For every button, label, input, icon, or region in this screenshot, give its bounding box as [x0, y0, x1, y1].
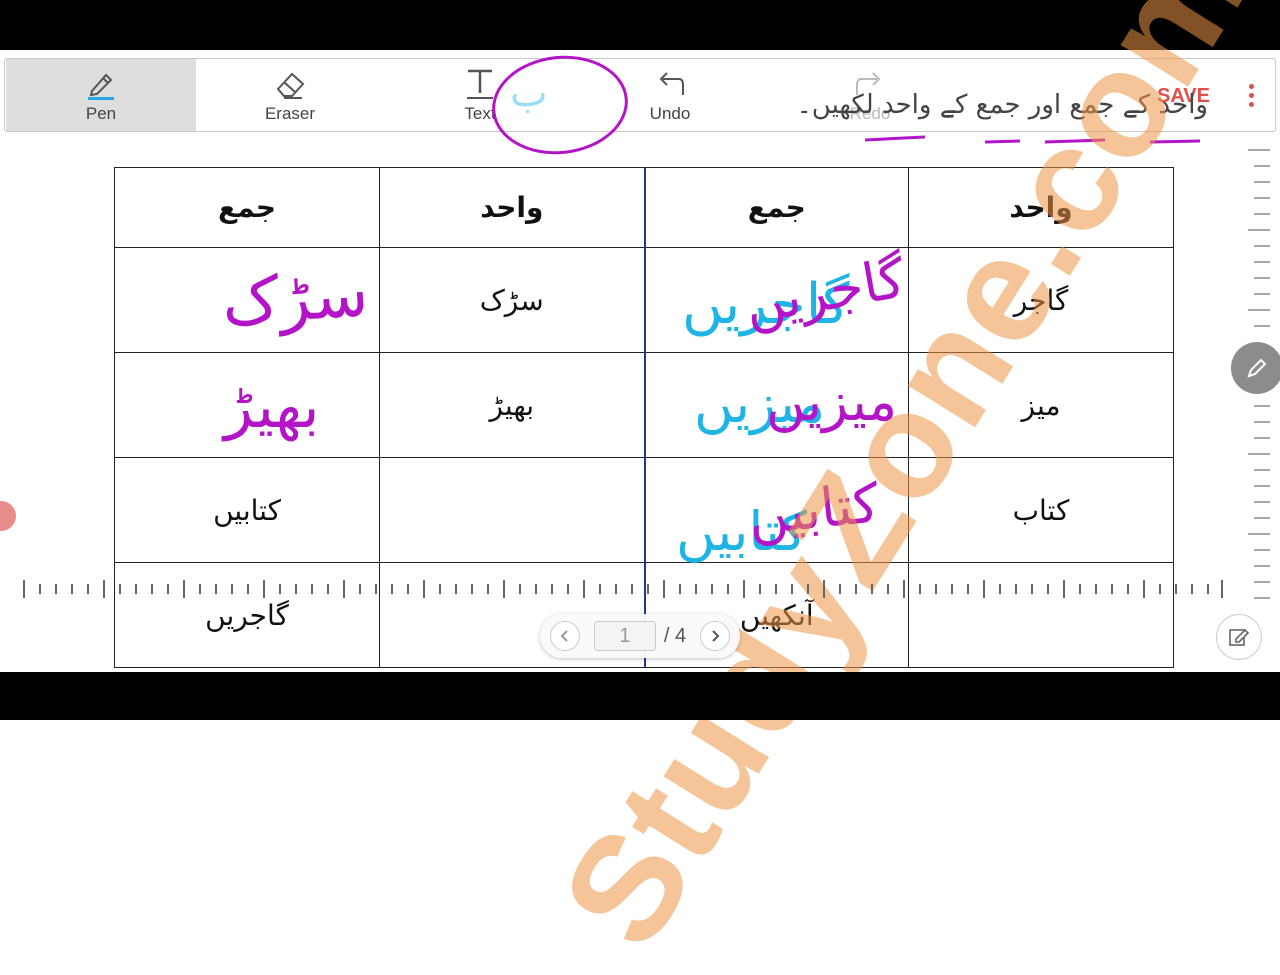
floating-pen-button[interactable]: [1231, 342, 1280, 394]
edit-icon: [1229, 628, 1250, 646]
current-page-input[interactable]: 1: [593, 621, 656, 651]
handwritten-answer: میزیں: [766, 370, 898, 433]
page-navigator: 1 / 4: [540, 614, 740, 658]
section-label: ب: [510, 70, 548, 116]
table-cell: [379, 457, 645, 563]
eraser-icon: [276, 72, 305, 99]
pen-icon: [88, 73, 114, 100]
left-edge-handle[interactable]: [0, 501, 16, 531]
bottom-black-bar: [0, 672, 1280, 720]
prev-page-button[interactable]: [549, 621, 580, 651]
text-tool-label: Text: [464, 104, 496, 123]
header-plural: جمع: [114, 167, 380, 248]
text-icon: [467, 69, 493, 99]
chevron-left-icon: [560, 630, 568, 642]
pen-tool-label: Pen: [85, 104, 117, 123]
table-cell: بھیڑ: [379, 352, 645, 458]
top-black-bar: [0, 0, 1280, 50]
next-page-button[interactable]: [700, 621, 731, 651]
table-header-row: جمع واحد جمع واحد: [114, 167, 1174, 248]
header-plural: جمع: [643, 167, 909, 248]
page-total: / 4: [663, 624, 687, 647]
pencil-icon: [1247, 358, 1267, 378]
table-cell: کتابیں: [114, 457, 380, 563]
eraser-tool-button[interactable]: Eraser: [195, 59, 385, 131]
instruction-underlines: [864, 135, 1201, 144]
edit-button[interactable]: [1216, 614, 1262, 660]
more-vert-icon[interactable]: [1241, 81, 1261, 113]
chevron-right-icon: [712, 630, 720, 642]
handwritten-answer: بھیڑ: [224, 372, 320, 442]
table-cell: کتاب: [908, 457, 1174, 563]
handwritten-answer: سڑک: [219, 256, 371, 342]
eraser-tool-label: Eraser: [264, 104, 316, 123]
header-singular: واحد: [379, 167, 645, 248]
table-cell: میز: [908, 352, 1174, 458]
table-row: کتابیں کتاب: [114, 457, 1174, 563]
horizontal-ruler: [23, 580, 1223, 598]
table-cell: گاجر: [908, 247, 1174, 353]
exercise-instruction: واحد کے جمع اور جمع کے واحد لکھیں۔: [796, 90, 1208, 120]
undo-icon: [659, 72, 684, 95]
pen-tool-button[interactable]: Pen: [6, 59, 196, 131]
table-cell: سڑک: [379, 247, 645, 353]
undo-label: Undo: [649, 104, 691, 123]
header-singular: واحد: [908, 167, 1174, 248]
